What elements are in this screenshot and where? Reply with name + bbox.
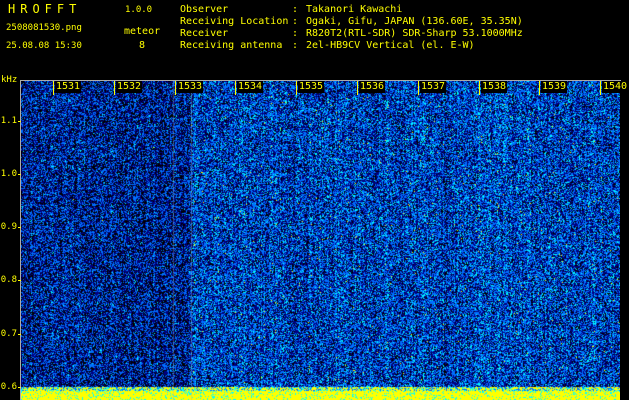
detection-label: meteor xyxy=(124,26,161,37)
y-tick-label: 0.7 xyxy=(0,329,17,339)
info-value: Takanori Kawachi xyxy=(306,4,403,15)
x-tick-label: 1531 xyxy=(55,81,82,93)
x-tick xyxy=(296,81,297,95)
app-name: HROFFT xyxy=(8,2,82,16)
info-separator: : xyxy=(292,16,299,27)
y-axis-unit: kHz xyxy=(1,75,18,85)
x-tick xyxy=(539,81,540,95)
info-label: Receiving Location xyxy=(180,16,289,27)
info-separator: : xyxy=(292,28,299,39)
y-tick-label: 1.0 xyxy=(0,169,17,179)
info-separator: : xyxy=(292,40,299,51)
x-tick-label: 1534 xyxy=(237,81,264,93)
y-tick-label: 0.9 xyxy=(0,222,17,232)
info-row-observer: Observer : Takanori Kawachi xyxy=(180,4,402,16)
x-tick-label: 1538 xyxy=(481,81,508,93)
x-tick-label: 1532 xyxy=(116,81,143,93)
y-tick-label: 0.8 xyxy=(0,275,17,285)
y-tick xyxy=(18,227,21,228)
detection-count: 8 xyxy=(139,40,146,51)
x-tick xyxy=(418,81,419,95)
x-tick xyxy=(235,81,236,95)
info-value: R820T2(RTL-SDR) SDR-Sharp 53.1000MHz xyxy=(306,28,523,39)
x-tick-label: 1536 xyxy=(359,81,386,93)
info-label: Observer xyxy=(180,4,229,15)
info-row-antenna: Receiving antenna : 2el-HB9CV Vertical (… xyxy=(180,40,475,52)
info-label: Receiving antenna xyxy=(180,40,283,51)
y-tick-label: 1.1 xyxy=(0,116,17,126)
info-separator: : xyxy=(292,4,299,15)
y-tick xyxy=(18,174,21,175)
info-row-location: Receiving Location : Ogaki, Gifu, JAPAN … xyxy=(180,16,523,28)
x-tick-label: 1540 xyxy=(602,81,629,93)
spectrogram-waterfall xyxy=(21,81,620,400)
y-tick xyxy=(18,121,21,122)
file-name: 2508081530.png xyxy=(6,23,82,33)
info-value: 2el-HB9CV Vertical (el. E-W) xyxy=(306,40,475,51)
y-tick xyxy=(18,334,21,335)
y-tick-label: 0.6 xyxy=(0,382,17,392)
x-tick xyxy=(357,81,358,95)
x-tick-label: 1535 xyxy=(298,81,325,93)
info-value: Ogaki, Gifu, JAPAN (136.60E, 35.35N) xyxy=(306,16,523,27)
hrofft-window: HROFFT 1.0.0 2508081530.png meteor 25.08… xyxy=(0,0,629,400)
info-label: Receiver xyxy=(180,28,229,39)
y-tick xyxy=(18,280,21,281)
x-tick-label: 1533 xyxy=(177,81,204,93)
y-tick xyxy=(18,387,21,388)
x-tick-label: 1539 xyxy=(541,81,568,93)
info-row-receiver: Receiver : R820T2(RTL-SDR) SDR-Sharp 53.… xyxy=(180,28,523,40)
x-tick xyxy=(479,81,480,95)
x-tick xyxy=(175,81,176,95)
x-tick xyxy=(53,81,54,95)
timestamp: 25.08.08 15:30 xyxy=(6,41,82,51)
x-tick-label: 1537 xyxy=(420,81,447,93)
app-version: 1.0.0 xyxy=(125,5,153,15)
x-tick xyxy=(600,81,601,95)
x-tick xyxy=(114,81,115,95)
